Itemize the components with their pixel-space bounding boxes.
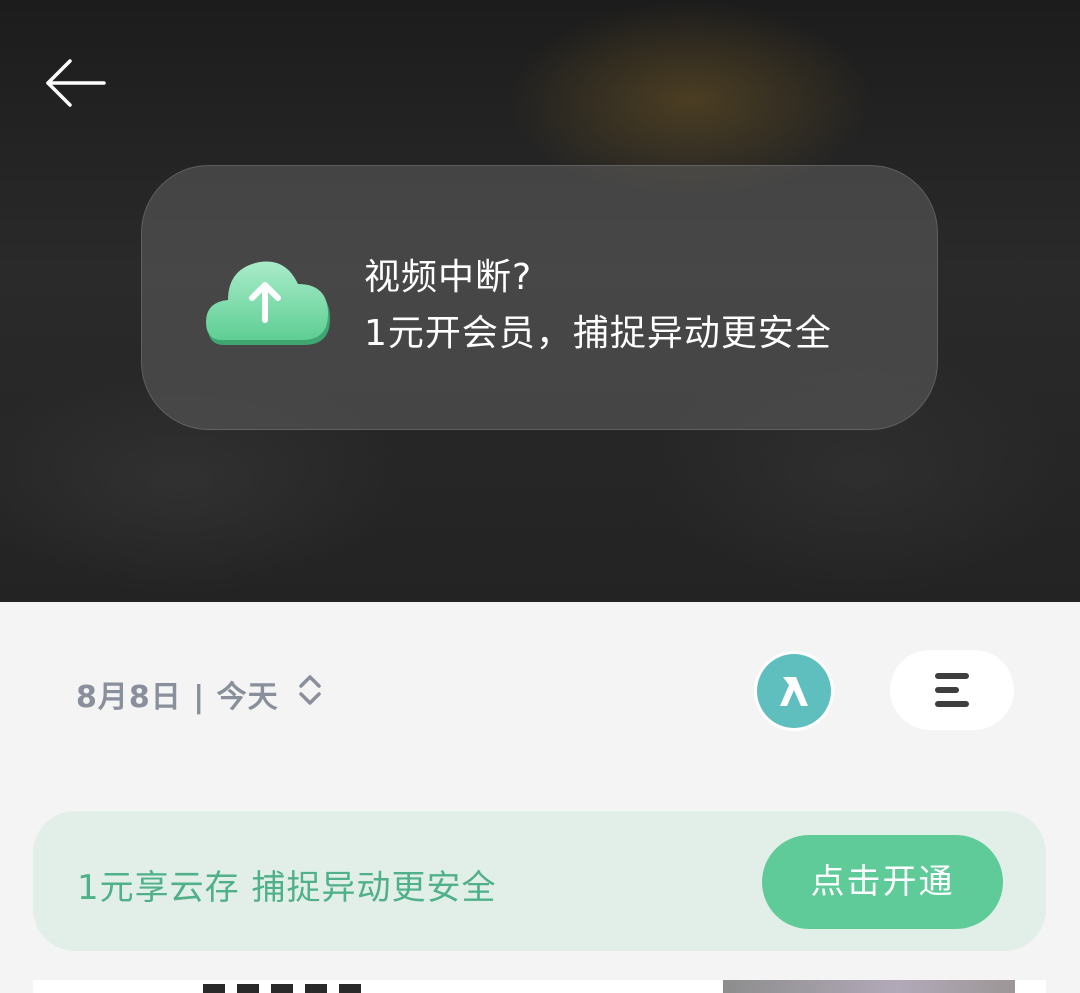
list-menu-button[interactable] [890, 650, 1014, 730]
arrow-left-icon [46, 59, 106, 107]
activate-button[interactable]: 点击开通 [762, 835, 1003, 929]
membership-promo-card[interactable]: 视频中断? 1元开会员，捕捉异动更安全 [141, 165, 938, 430]
cloud-storage-banner: 1元享云存 捕捉异动更安全 点击开通 [33, 811, 1046, 951]
event-list-item[interactable] [33, 980, 1046, 993]
back-button[interactable] [40, 52, 112, 114]
person-icon [780, 677, 808, 706]
date-selector[interactable]: 8月8日 | 今天 [76, 672, 279, 716]
playback-toolbar: 8月8日 | 今天 [0, 602, 1080, 792]
event-title-cutoff [203, 984, 373, 993]
video-player-area[interactable]: 视频中断? 1元开会员，捕捉异动更安全 [0, 0, 1080, 602]
event-thumbnail [723, 980, 1015, 993]
promo-subtitle: 1元开会员，捕捉异动更安全 [364, 313, 832, 354]
promo-title: 视频中断? [364, 257, 533, 298]
banner-text: 1元享云存 捕捉异动更安全 [77, 868, 497, 908]
chevron-up-down-icon[interactable] [296, 672, 324, 708]
cloud-upload-icon [206, 261, 330, 345]
avatar-button[interactable] [757, 654, 831, 728]
